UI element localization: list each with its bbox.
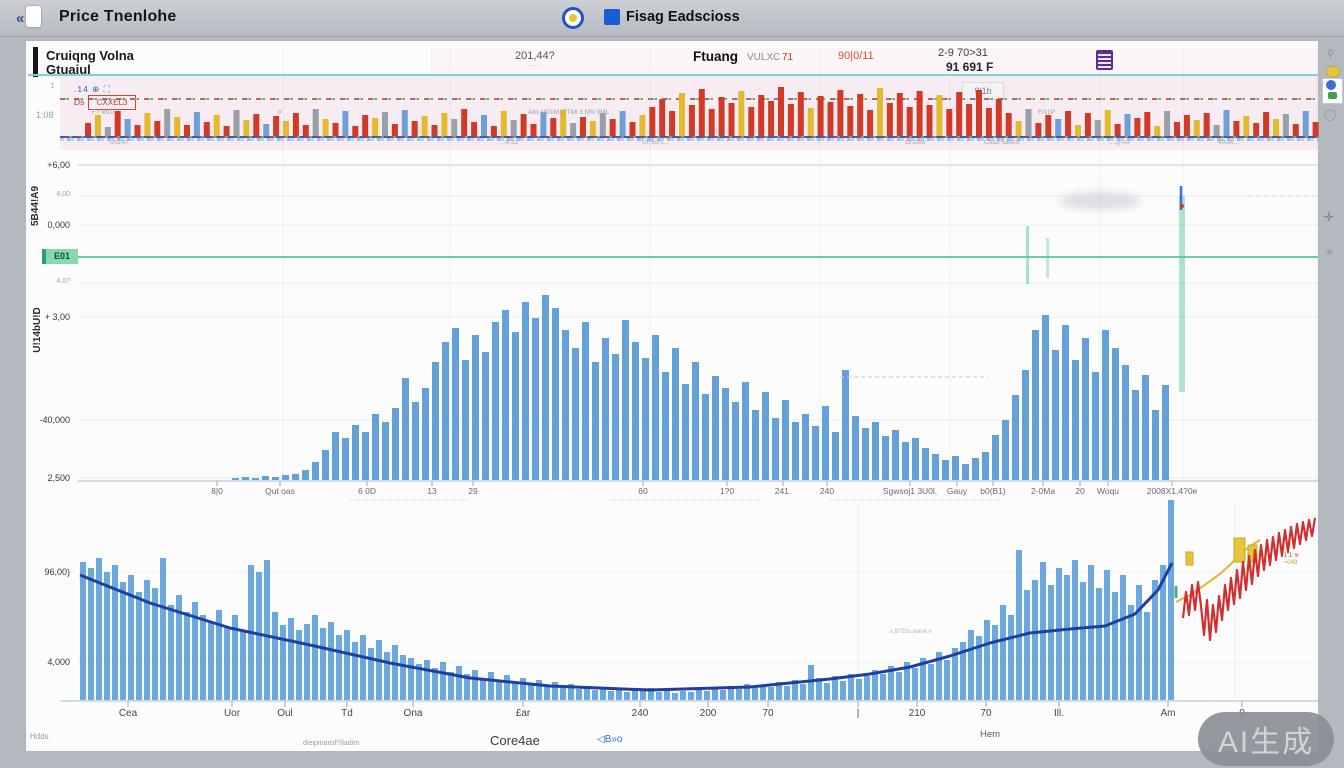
strip-above-label: F/11P bbox=[1038, 109, 1055, 116]
y-tick-label: 2,500 bbox=[12, 473, 70, 483]
bottom-axis-label: 70 bbox=[980, 708, 991, 719]
mid-axis-label: 6 0D bbox=[358, 486, 376, 496]
strip-below-label: …-8.51 bbox=[497, 139, 518, 146]
bottom-axis-label: Td bbox=[341, 708, 353, 719]
bottom-axis-label: Oul bbox=[277, 708, 293, 719]
main-volume-bars bbox=[232, 295, 1169, 480]
strip-above-label: F? M10 bbox=[92, 109, 114, 116]
footer-left-label: Hdds bbox=[30, 732, 49, 741]
bottom-axis-label: 200 bbox=[700, 708, 717, 719]
y-tick-label: + 3,00 bbox=[12, 312, 70, 322]
y-tick-label: 4,00 bbox=[12, 191, 70, 198]
mid-axis-label: 240 bbox=[820, 486, 834, 496]
mid-axis-label: 241. bbox=[775, 486, 792, 496]
bottom-volume-bars bbox=[80, 500, 1174, 700]
green-markers bbox=[78, 186, 1318, 392]
footer-center-label: Core4ae bbox=[490, 733, 540, 748]
strip-below-label: 40uw… bbox=[1218, 139, 1240, 146]
y-tick-label: 0,000 bbox=[12, 220, 70, 230]
ai-watermark: AI生成 bbox=[1198, 712, 1334, 766]
mid-axis-label: 8|0 bbox=[211, 486, 223, 496]
mid-axis-label: 2-0Ma bbox=[1031, 486, 1055, 496]
candle-legend-line1: 1:1 ≋ bbox=[1284, 552, 1299, 559]
mid-axis-label: b0(B1) bbox=[980, 486, 1006, 496]
bottom-axis-label: Am bbox=[1161, 708, 1176, 719]
strip-below-label: ….g-oo bbox=[1108, 139, 1129, 146]
bottom-axis-label: £ar bbox=[516, 708, 530, 719]
charts-canvas[interactable] bbox=[0, 0, 1344, 768]
y-tick-label: 4,000 bbox=[12, 657, 70, 667]
mid-axis-label: Gauy bbox=[947, 486, 967, 496]
bottom-axis-label: Uor bbox=[224, 708, 240, 719]
mid-axis-label: Woqu bbox=[1097, 486, 1119, 496]
bottom-axis-sub-label: Hem bbox=[980, 729, 1000, 740]
y-tick-label: 4,0? bbox=[12, 278, 70, 285]
mid-axis-label: 60 bbox=[638, 486, 647, 496]
bottom-axis-label: | bbox=[857, 708, 860, 719]
strip-below-label: Cua3 5aoco: bbox=[984, 139, 1021, 146]
strip-below-label: uhJ00 bbox=[110, 139, 128, 146]
mid-axis-label: 20 bbox=[1075, 486, 1084, 496]
candle-legend-line2: ≈048 bbox=[1284, 560, 1297, 566]
bottom-axis-label: Ona bbox=[404, 708, 423, 719]
strip-below-label: Gr3stw bbox=[905, 139, 926, 146]
mid-axis-label: 2008X1.4?0e bbox=[1147, 486, 1198, 496]
mid-axis-label: 13 bbox=[427, 486, 436, 496]
bottom-axis-label: 210 bbox=[909, 708, 926, 719]
strip-bars bbox=[85, 87, 1319, 137]
bottom-chart-annotation: s.9793s,wane v bbox=[890, 629, 932, 635]
strip-below-label: Ur(5ors… bbox=[642, 139, 670, 146]
mid-axis-label: 29 bbox=[468, 486, 477, 496]
mid-axis-label: 1?0 bbox=[720, 486, 734, 496]
candle-inset bbox=[1176, 518, 1315, 640]
event-dot bbox=[1180, 204, 1184, 208]
mid-axis-label: Sgwsoj1 3U0l, bbox=[883, 486, 937, 496]
mid-axis-label: Qut oas bbox=[265, 486, 295, 496]
bottom-axis-label: 70 bbox=[762, 708, 773, 719]
y-tick-label: -40,000 bbox=[12, 415, 70, 425]
strip-above-label: Abv M01M1TTMl 3 MN 0ML bbox=[528, 109, 609, 116]
bottom-axis-label: 240 bbox=[632, 708, 649, 719]
bottom-axis-label: Ill. bbox=[1054, 708, 1064, 719]
strip-above-label: # bbox=[278, 109, 282, 116]
bottom-axis bbox=[60, 701, 1318, 707]
app-window: « Price Tnenlohe Fisag Eadscioss Cruiqng… bbox=[0, 0, 1344, 768]
footer-link[interactable]: ◁B»o bbox=[597, 734, 622, 745]
footer-small-label: dieipmansf?iladim bbox=[303, 740, 359, 747]
mid-axis bbox=[78, 481, 1318, 500]
y-tick-label: 96,00) bbox=[12, 567, 70, 577]
bottom-axis-label: Cea bbox=[119, 708, 137, 719]
y-tick-label: +6,00 bbox=[12, 160, 70, 170]
